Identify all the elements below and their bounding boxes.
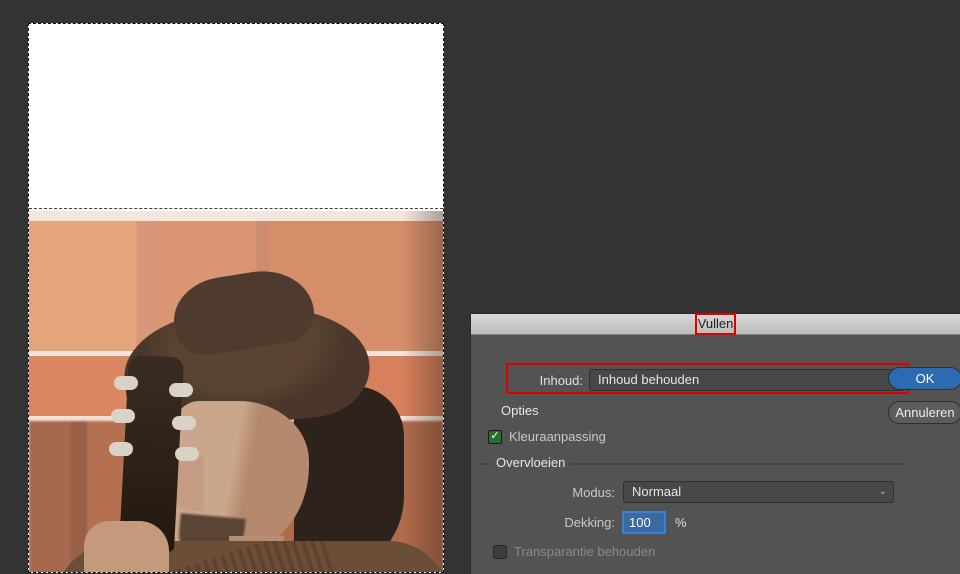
mode-select[interactable]: Normaal ⌄ [623, 481, 894, 503]
opacity-input[interactable]: 100 [623, 512, 665, 533]
opacity-unit: % [675, 515, 687, 530]
chevron-down-icon: ⌄ [879, 482, 887, 502]
content-select[interactable]: Inhoud behouden ⌄ [589, 369, 905, 391]
selection-divider [29, 208, 443, 209]
dialog-titlebar[interactable]: Vullen [471, 314, 960, 335]
color-adaptation-checkbox[interactable]: ✓ [488, 430, 502, 444]
preserve-transparency-checkbox: ✓ [493, 545, 507, 559]
opacity-label: Dekking: [520, 515, 615, 530]
dialog-title: Vullen [696, 314, 736, 334]
canvas-selection-area[interactable] [28, 23, 444, 573]
options-section-label: Opties [501, 403, 539, 418]
photo-content [29, 211, 443, 572]
blending-fieldset: Overvloeien Modus: Normaal ⌄ Dekking: 10… [479, 463, 905, 465]
content-label: Inhoud: [511, 373, 583, 388]
cancel-button[interactable]: Annuleren [888, 401, 960, 424]
fill-dialog: Vullen Inhoud: Inhoud behouden ⌄ OK Annu… [470, 313, 960, 574]
color-adaptation-label: Kleuraanpassing [509, 429, 606, 444]
mode-label: Modus: [520, 485, 615, 500]
ok-button[interactable]: OK [888, 367, 960, 390]
preserve-transparency-label: Transparantie behouden [514, 544, 655, 559]
blending-legend: Overvloeien [492, 455, 569, 470]
content-select-value: Inhoud behouden [598, 372, 699, 387]
mode-select-value: Normaal [632, 484, 681, 499]
